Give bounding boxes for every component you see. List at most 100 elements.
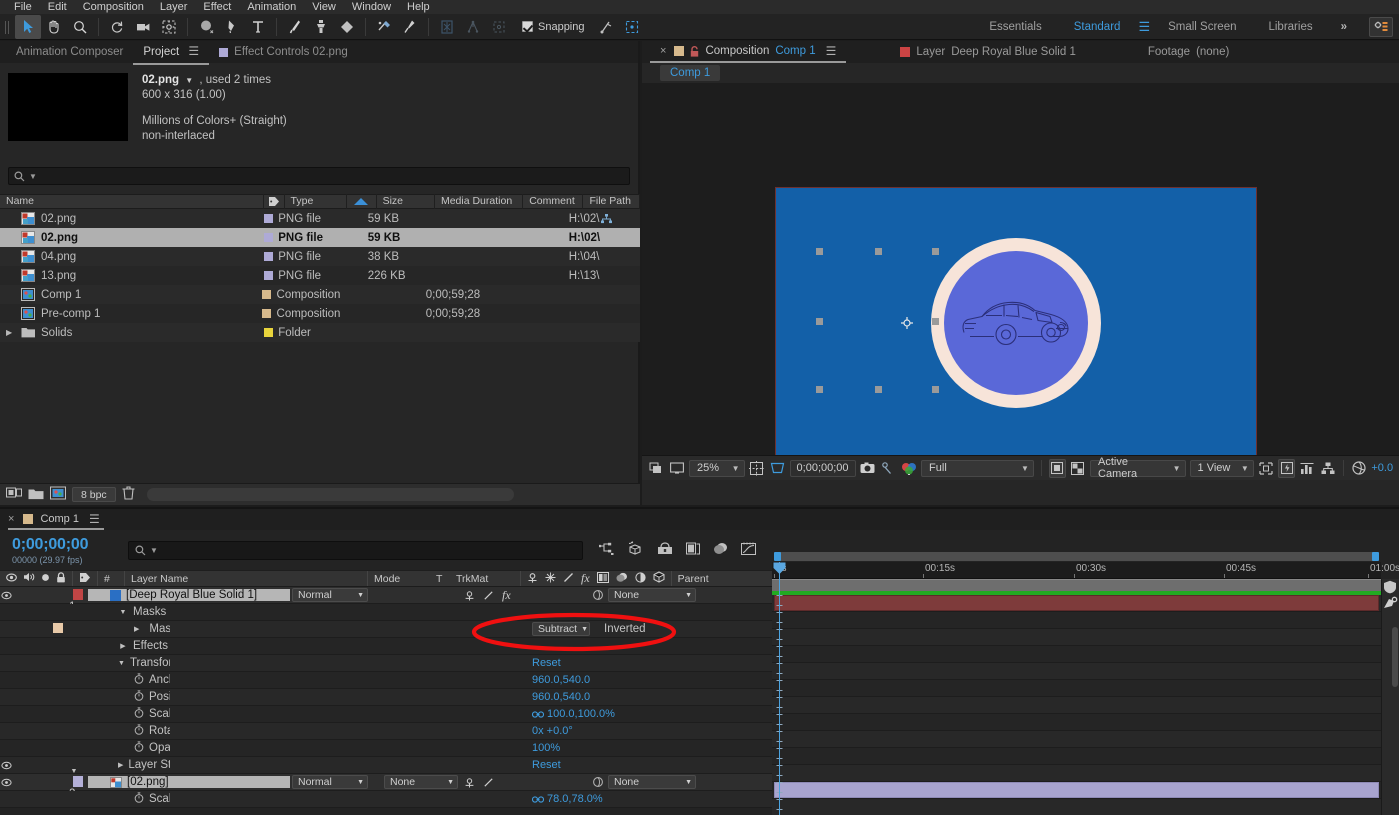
draft-3d-icon[interactable] (628, 541, 644, 559)
menu-item-edit[interactable]: Edit (40, 0, 75, 14)
current-timecode-field[interactable]: 0;00;00;00 (789, 459, 856, 477)
property-value[interactable]: 100% (532, 742, 560, 754)
effects-fx-switch[interactable]: fx (502, 588, 511, 603)
composition-mini-flowchart-icon[interactable] (598, 542, 615, 559)
timeline-track-row[interactable] (772, 714, 1381, 731)
timeline-search-box[interactable]: ▼ (128, 540, 583, 560)
selection-handle-tr[interactable] (932, 248, 939, 255)
property-value-cell[interactable]: 960.0,540.0 (532, 691, 772, 703)
search-dropdown-icon[interactable]: ▼ (29, 172, 37, 181)
rotation-tool[interactable] (104, 15, 130, 39)
project-row-label-swatch[interactable] (257, 309, 277, 318)
property-group-name[interactable]: ▶ Effects (88, 640, 170, 652)
property-group-name[interactable]: ▼ Transform (88, 657, 170, 669)
tab-animation-composer[interactable]: Animation Composer (6, 41, 133, 63)
timeline-property-row[interactable]: Rotation 0x +0.0° (0, 723, 772, 740)
column-label-icon[interactable] (264, 194, 285, 209)
property-name[interactable]: Rotation (88, 724, 170, 738)
timeline-property-row[interactable]: ▼ Transform Reset (0, 655, 772, 672)
disclosure-triangle-icon[interactable]: ▶ (6, 328, 15, 337)
column-name[interactable]: Name (0, 194, 264, 209)
toggle-transparency-grid-icon[interactable] (1070, 459, 1087, 478)
label-tag-icon[interactable] (79, 572, 91, 586)
fast-previews-icon[interactable] (1278, 458, 1295, 478)
property-value[interactable]: 100.0,100.0% (547, 708, 615, 720)
tab-effect-controls[interactable]: Effect Controls 02.png (209, 41, 358, 63)
timeline-track-row[interactable] (772, 748, 1381, 765)
layer-name[interactable]: [02.png] (88, 776, 290, 788)
disclosure-triangle-icon[interactable]: ▼ (69, 768, 79, 775)
playhead-line[interactable] (779, 562, 780, 815)
timeline-navigator[interactable] (772, 550, 1381, 562)
project-row-label-swatch[interactable] (258, 271, 278, 280)
selection-handle-bl[interactable] (816, 386, 823, 393)
project-row-name[interactable]: 13.png (0, 269, 258, 282)
solo-icon[interactable] (41, 573, 50, 585)
tab-composition[interactable]: × Composition Comp 1 ☰ (650, 41, 847, 63)
workspace-libraries[interactable]: Libraries (1252, 21, 1328, 33)
property-name[interactable]: ▶ Mask 1 (88, 623, 170, 635)
main-viewer-icon[interactable] (669, 459, 686, 478)
pen-tool[interactable] (219, 15, 245, 39)
layer-parent-cell[interactable]: None ▼ (588, 775, 772, 789)
menu-item-animation[interactable]: Animation (239, 0, 304, 14)
timeline-track-row[interactable] (772, 612, 1381, 629)
workspace-settings-icon[interactable] (1369, 17, 1393, 37)
blend-mode-dropdown[interactable]: Normal ▼ (292, 588, 368, 602)
column-sort-indicator[interactable] (347, 194, 377, 209)
tab-timeline-comp-1[interactable]: × Comp 1 ☰ (8, 509, 104, 530)
timeline-property-row[interactable]: Opacity 100% (0, 740, 772, 757)
exposure-value[interactable]: +0.0 (1371, 462, 1393, 474)
shape-ellipse-tool[interactable] (193, 15, 219, 39)
project-search-input[interactable] (40, 170, 624, 182)
property-value[interactable]: 0x +0.0° (532, 725, 573, 737)
property-value[interactable]: 78.0,78.0% (547, 793, 603, 805)
always-preview-icon[interactable] (648, 459, 665, 478)
timeline-property-row[interactable]: ▶ Effects (0, 638, 772, 655)
delete-icon[interactable] (122, 486, 135, 503)
timeline-graph-icon[interactable] (1299, 459, 1316, 478)
parent-dropdown[interactable]: None ▼ (608, 588, 696, 602)
selection-tool[interactable] (15, 14, 41, 39)
timeline-track-row[interactable] (772, 646, 1381, 663)
mask-inverted-checkbox-label[interactable]: Inverted (604, 623, 646, 635)
new-composition-icon[interactable] (50, 486, 66, 503)
timeline-track-row[interactable] (772, 765, 1381, 782)
close-icon[interactable]: × (660, 45, 666, 57)
property-name[interactable]: Anchor Point (88, 673, 170, 687)
workspace-small-screen[interactable]: Small Screen (1152, 21, 1252, 33)
timeline-vertical-scrollbar[interactable] (1392, 627, 1398, 687)
timeline-property-row[interactable]: Position 960.0,540.0 (0, 689, 772, 706)
puppet-overlap-icon[interactable] (460, 15, 486, 39)
layer-mode-cell[interactable]: Normal ▼ (290, 588, 368, 602)
snap-bounds-icon[interactable] (619, 15, 645, 39)
brush-tool[interactable] (282, 15, 308, 39)
graph-editor-icon[interactable] (741, 542, 756, 559)
snap-vertex-icon[interactable] (593, 15, 619, 39)
property-value-cell[interactable]: 960.0,540.0 (532, 674, 772, 686)
channel-rgb-icon[interactable] (901, 459, 918, 478)
collapse-transformations-icon[interactable] (545, 572, 556, 586)
property-value-cell[interactable]: 100.0,100.0% (532, 708, 772, 720)
view-layout-dropdown[interactable]: 1 View ▼ (1189, 459, 1254, 477)
layer-duration-bar[interactable] (774, 782, 1379, 798)
mask-mode-dropdown[interactable]: Subtract ▼ (532, 622, 590, 636)
puppet-pin-tool[interactable] (397, 15, 423, 39)
selection-handle-mr[interactable] (932, 318, 939, 325)
resolution-dropdown[interactable]: Full ▼ (921, 459, 1034, 477)
frame-blend-icon[interactable] (596, 571, 609, 586)
lock-icon[interactable] (690, 45, 699, 57)
camera-tool[interactable] (130, 15, 156, 39)
anchor-point-icon[interactable] (901, 317, 913, 329)
menu-item-window[interactable]: Window (344, 0, 399, 14)
workspace-menu-icon[interactable]: ☰ (1136, 19, 1152, 35)
menu-item-help[interactable]: Help (399, 0, 438, 14)
property-value-cell[interactable]: 78.0,78.0% (532, 793, 772, 805)
color-depth-button[interactable]: 8 bpc (72, 487, 116, 502)
camera-view-dropdown[interactable]: Active Camera ▼ (1090, 456, 1186, 480)
timeline-track-row[interactable] (772, 629, 1381, 646)
three-d-layer-icon[interactable] (653, 571, 665, 586)
zoom-level-dropdown[interactable]: 25% ▼ (689, 459, 745, 477)
project-row-name[interactable]: ▶ Solids (0, 326, 258, 339)
tab-layer[interactable]: Layer Deep Royal Blue Solid 1 (890, 41, 1085, 63)
